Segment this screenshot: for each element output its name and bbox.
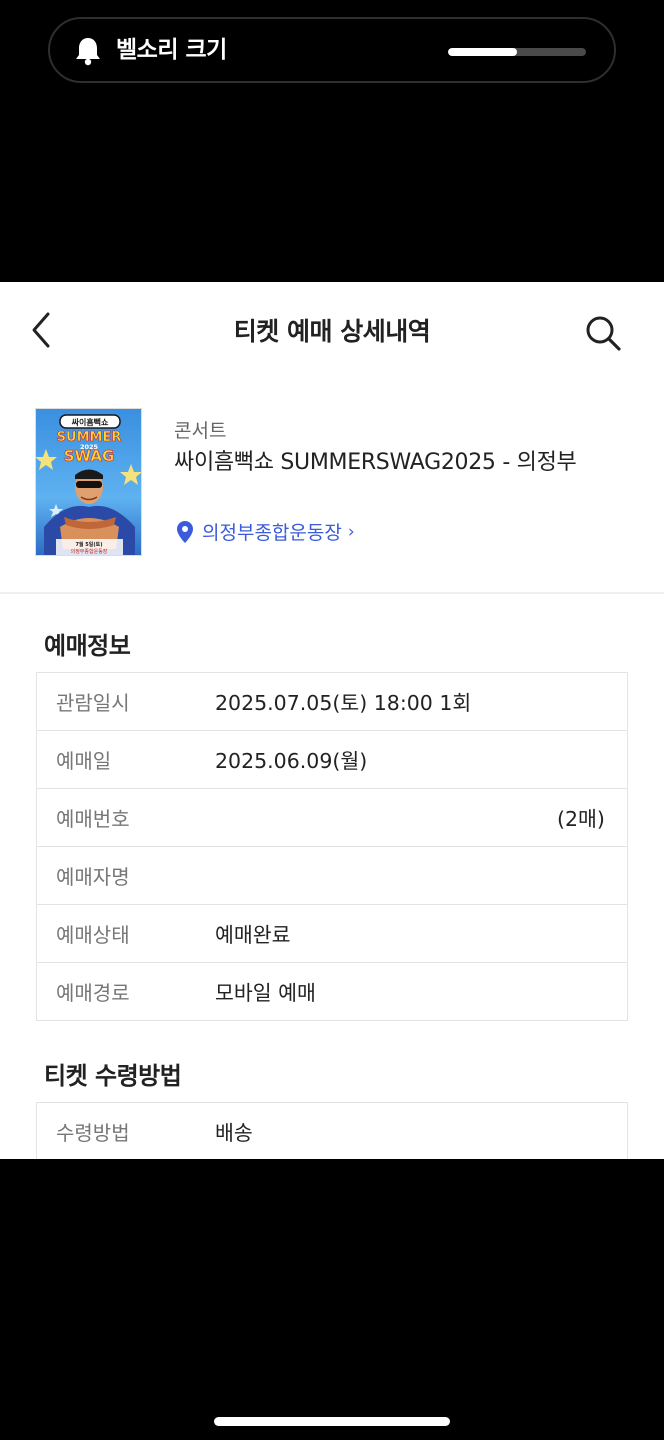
hud-label: 벨소리 크기 <box>116 37 227 63</box>
poster-badge-text: 싸이흠뻑쇼 <box>72 417 109 427</box>
location-pin-icon <box>177 520 193 543</box>
event-category: 콘서트 <box>174 420 227 442</box>
app-screen: 티켓 예매 상세내역 싸이흠뻑쇼 SUMMER 2025 SWAG 7월 5일(… <box>0 282 664 1159</box>
event-title: 싸이흠뻑쇼 SUMMERSWAG2025 - 의정부 <box>174 450 577 475</box>
row-value: 2025.07.05(토) 18:00 1회 <box>215 691 472 715</box>
delivery-table: 수령방법 배송 <box>36 1102 628 1159</box>
bell-icon <box>76 38 100 66</box>
page-title: 티켓 예매 상세내역 <box>233 317 431 346</box>
row-value: 2025.06.09(월) <box>215 749 368 773</box>
row-label: 예매자명 <box>56 865 130 889</box>
volume-slider[interactable] <box>448 48 586 56</box>
volume-slider-fill <box>448 48 517 56</box>
redacted-block <box>177 797 547 839</box>
table-row: 수령방법 배송 <box>37 1103 627 1159</box>
row-label: 예매번호 <box>56 807 130 831</box>
table-row: 예매번호 (2매) <box>37 789 627 847</box>
row-label: 예매경로 <box>56 981 130 1005</box>
search-icon[interactable] <box>582 312 626 356</box>
top-bar: 티켓 예매 상세내역 <box>0 282 664 382</box>
redacted-block <box>207 855 327 897</box>
poster-image: 싸이흠뻑쇼 SUMMER 2025 SWAG 7월 5일(토) 의정부종합운동장 <box>36 409 141 555</box>
venue-link[interactable]: 의정부종합운동장 › <box>176 518 355 545</box>
section-divider <box>0 592 664 594</box>
home-indicator[interactable] <box>214 1417 450 1426</box>
poster-line2: SWAG <box>64 447 115 465</box>
poster-place: 의정부종합운동장 <box>71 548 108 555</box>
volume-hud: 벨소리 크기 <box>48 17 616 83</box>
event-poster[interactable]: 싸이흠뻑쇼 SUMMER 2025 SWAG 7월 5일(토) 의정부종합운동장 <box>35 408 142 556</box>
row-value: 예매완료 <box>215 923 291 947</box>
table-row: 예매일 2025.06.09(월) <box>37 731 627 789</box>
row-label: 수령방법 <box>56 1121 130 1145</box>
ticket-count: (2매) <box>557 807 605 831</box>
poster-date: 7월 5일(토) <box>75 541 102 548</box>
row-label: 예매일 <box>56 749 112 773</box>
row-label: 예매상태 <box>56 923 130 947</box>
booking-info-table: 관람일시 2025.07.05(토) 18:00 1회 예매일 2025.06.… <box>36 672 628 1021</box>
row-label: 관람일시 <box>56 691 130 715</box>
delivery-title: 티켓 수령방법 <box>44 1062 182 1090</box>
table-row: 예매상태 예매완료 <box>37 905 627 963</box>
row-value: 모바일 예매 <box>215 981 316 1005</box>
venue-arrow: › <box>347 521 355 542</box>
event-summary: 싸이흠뻑쇼 SUMMER 2025 SWAG 7월 5일(토) 의정부종합운동장… <box>0 382 664 592</box>
table-row: 예매경로 모바일 예매 <box>37 963 627 1021</box>
table-row: 관람일시 2025.07.05(토) 18:00 1회 <box>37 673 627 731</box>
booking-info-title: 예매정보 <box>44 632 131 660</box>
table-row: 예매자명 <box>37 847 627 905</box>
row-value: 배송 <box>215 1121 253 1145</box>
venue-name: 의정부종합운동장 <box>202 522 342 544</box>
